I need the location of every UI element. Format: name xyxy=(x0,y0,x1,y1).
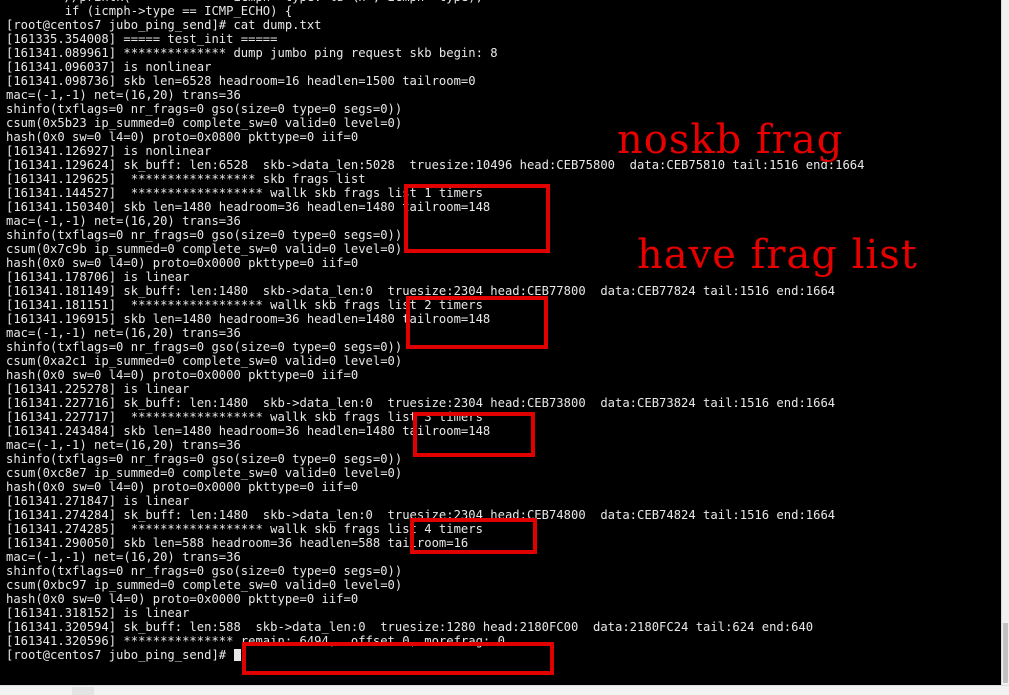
terminal-line: [161341.098736] skb len=6528 headroom=16… xyxy=(6,74,476,88)
terminal-line: [161341.129624] sk_buff: len:6528 skb->d… xyxy=(6,158,865,172)
terminal-line: [161341.225278] is linear xyxy=(6,382,190,396)
annotation-noskb-frag: noskb frag xyxy=(617,117,844,163)
status-bar xyxy=(0,685,1009,695)
terminal-line: [161341.318152] is linear xyxy=(6,606,190,620)
highlight-box-list-1 xyxy=(404,184,550,253)
terminal-window[interactable]: //printk("************ icmph->type: %d \… xyxy=(0,0,1001,685)
terminal-line: if (icmph->type == ICMP_ECHO) { xyxy=(6,4,293,18)
terminal-line: shinfo(txflags=0 nr_frags=0 gso(size=0 t… xyxy=(6,564,403,578)
vertical-scrollbar[interactable] xyxy=(1001,0,1009,685)
terminal-line: csum(0xc8e7 ip_summed=0 complete_sw=0 va… xyxy=(6,466,403,480)
terminal-line: csum(0xa2c1 ip_summed=0 complete_sw=0 va… xyxy=(6,354,403,368)
terminal-line: hash(0x0 sw=0 l4=0) proto=0x0800 pkttype… xyxy=(6,130,359,144)
terminal-line: hash(0x0 sw=0 l4=0) proto=0x0000 pkttype… xyxy=(6,480,359,494)
terminal-line: csum(0x5b23 ip_summed=0 complete_sw=0 va… xyxy=(6,116,403,130)
terminal-line: hash(0x0 sw=0 l4=0) proto=0x0000 pkttype… xyxy=(6,368,359,382)
terminal-line: [161341.089961] ************** dump jumb… xyxy=(6,46,498,60)
highlight-box-remain xyxy=(242,642,554,675)
terminal-line: hash(0x0 sw=0 l4=0) proto=0x0000 pkttype… xyxy=(6,592,359,606)
terminal-line: [161341.096037] is nonlinear xyxy=(6,60,212,74)
highlight-box-list-3 xyxy=(413,412,535,457)
highlight-box-list-4 xyxy=(410,518,537,554)
terminal-line: [161335.354008] ===== test_init ===== xyxy=(6,32,278,46)
annotation-have-frag-list: have frag list xyxy=(637,232,918,278)
terminal-line: [root@centos7 jubo_ping_send]# cat dump.… xyxy=(6,18,322,32)
terminal-line: csum(0xbc97 ip_summed=0 complete_sw=0 va… xyxy=(6,578,403,592)
terminal-line: [161341.271847] is linear xyxy=(6,494,190,508)
terminal-line: mac=(-1,-1) net=(16,20) trans=36 xyxy=(6,88,241,102)
terminal-line: [161341.126927] is nonlinear xyxy=(6,144,212,158)
highlight-box-list-2 xyxy=(406,296,548,349)
terminal-line: [161341.320594] sk_buff: len:588 skb->da… xyxy=(6,620,814,634)
status-bar-segment xyxy=(72,687,94,695)
terminal-line: [161341.227716] sk_buff: len:1480 skb->d… xyxy=(6,396,836,410)
terminal-cursor xyxy=(234,649,242,661)
terminal-line: shinfo(txflags=0 nr_frags=0 gso(size=0 t… xyxy=(6,102,403,116)
scrollbar-thumb[interactable] xyxy=(1003,623,1008,683)
